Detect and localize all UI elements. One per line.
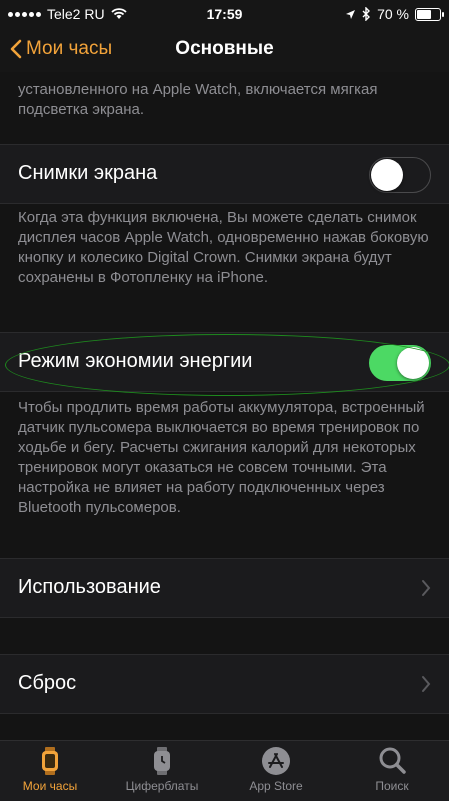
- status-bar: Tele2 RU 17:59 70 %: [0, 0, 449, 28]
- power-saving-row: Режим экономии энергии: [0, 332, 449, 392]
- tab-bar: Мои часы Циферблаты App Store Поиск: [0, 740, 449, 801]
- tab-search[interactable]: Поиск: [342, 745, 442, 793]
- tab-my-watch[interactable]: Мои часы: [0, 745, 100, 793]
- tab-app-store[interactable]: App Store: [226, 745, 326, 793]
- toggle-knob: [371, 159, 403, 191]
- reset-row[interactable]: Сброс: [0, 654, 449, 714]
- page-title: Основные: [175, 38, 274, 59]
- battery-icon: [415, 7, 444, 21]
- screenshots-label: Снимки экрана: [18, 162, 158, 184]
- location-arrow-icon: [346, 9, 356, 19]
- usage-row[interactable]: Использование: [0, 558, 449, 618]
- chevron-right-icon: [422, 580, 431, 596]
- tab-label: Циферблаты: [125, 779, 199, 793]
- status-right: 70 %: [345, 6, 444, 22]
- app-store-icon: [262, 747, 290, 775]
- search-icon: [379, 747, 406, 774]
- tab-label: Поиск: [375, 779, 409, 793]
- tab-watch-faces[interactable]: Циферблаты: [112, 745, 212, 793]
- power-saving-toggle[interactable]: [369, 345, 431, 381]
- tab-label: Мои часы: [22, 779, 78, 793]
- screenshots-toggle[interactable]: [369, 157, 431, 193]
- battery-level-fill: [417, 9, 431, 19]
- usage-label: Использование: [18, 576, 161, 598]
- toggle-knob: [397, 347, 429, 379]
- bluetooth-icon: [362, 7, 371, 21]
- watch-icon: [42, 747, 58, 775]
- screenshots-row: Снимки экрана: [0, 144, 449, 204]
- tab-label: App Store: [249, 779, 303, 793]
- power-saving-label: Режим экономии энергии: [18, 350, 253, 372]
- reset-label: Сброс: [18, 672, 77, 694]
- watch-faces-icon: [154, 747, 170, 775]
- power-saving-footnote: Чтобы продлить время работы аккумулятора…: [18, 399, 425, 516]
- battery-percent: 70 %: [377, 6, 409, 22]
- chevron-right-icon: [422, 676, 431, 692]
- screenshots-footnote: Когда эта функция включена, Вы можете сд…: [18, 209, 429, 286]
- wake-screen-footnote: установленного на Apple Watch, включаетс…: [18, 81, 378, 118]
- settings-list[interactable]: установленного на Apple Watch, включаетс…: [0, 72, 449, 740]
- navigation-bar: Мои часы Основные: [0, 28, 449, 72]
